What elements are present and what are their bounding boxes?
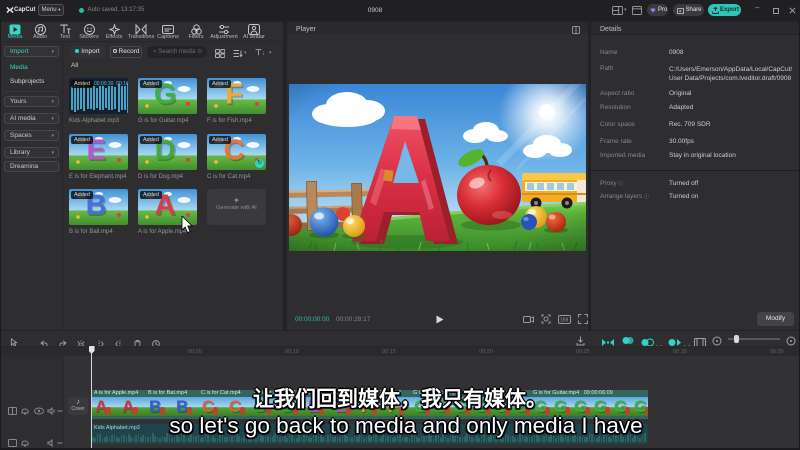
svg-text:169: 169 bbox=[560, 318, 569, 324]
